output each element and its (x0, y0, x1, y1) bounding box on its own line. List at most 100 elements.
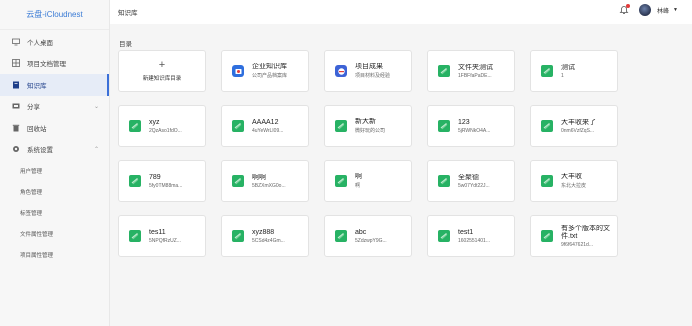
card-subtitle: 5CSd4z4Gm... (252, 237, 285, 244)
folder-icon (438, 175, 450, 187)
folder-icon (438, 230, 450, 242)
card-subtitle: 微好玩的公司 (355, 128, 386, 134)
folder-icon (541, 175, 553, 187)
card-subtitle: 东北大拉皮 (561, 183, 587, 189)
chevron-down-icon: ⌄ (93, 103, 99, 110)
knowledge-base-card[interactable]: xyz888 5CSd4z4Gm... (221, 215, 309, 257)
knowledge-base-card[interactable]: 测试 1 (530, 50, 618, 92)
header-user-area: 林峰 ▼ (619, 4, 678, 16)
folder-icon (129, 175, 141, 187)
trash-icon (12, 124, 20, 132)
knowledge-base-card[interactable]: abc 5ZdzwpY9G... (324, 215, 412, 257)
new-directory-card[interactable]: + 新建知识库目录 (118, 50, 206, 92)
card-subtitle: 公司产品档案库 (252, 73, 288, 79)
card-text: 文件夹测试 1FBFfaPaDE... (458, 64, 493, 79)
bell-icon[interactable] (619, 4, 631, 15)
sidebar-subitem-file-attributes[interactable]: 文件属性管理 (0, 223, 109, 244)
card-text: 有多个版本的文件.txt 9f6f647621d... (561, 225, 617, 248)
card-title: xyz (149, 118, 160, 126)
card-subtitle: 1FBFfaPaDE... (458, 72, 492, 79)
card-text: 123 5jRWNkO4A... (458, 119, 490, 134)
card-title: 测试 (561, 63, 575, 71)
knowledge-base-card[interactable]: 有多个版本的文件.txt 9f6f647621d... (530, 215, 618, 257)
project-icon (335, 65, 347, 77)
sidebar-item-label: 项目文档管理 (27, 61, 66, 69)
main-content: 目录 + 新建知识库目录 企业知识库 公司产品档案库 项目成果 项目材料及经验 文件夹测… (110, 24, 692, 326)
card-text: abc 5ZdzwpY9G... (355, 229, 387, 244)
sidebar-item-system-settings[interactable]: 系统设置 ⌃ (0, 139, 109, 161)
sidebar-subitem-tag-management[interactable]: 标签管理 (0, 202, 109, 223)
card-title: AAAA12 (252, 118, 279, 126)
card-subtitle: 5ZdzwpY9G... (355, 237, 387, 244)
folder-icon (129, 120, 141, 132)
card-title: 789 (149, 173, 161, 181)
sidebar-subitem-user-management[interactable]: 用户管理 (0, 160, 109, 181)
card-text: 测试 1 (561, 64, 575, 79)
knowledge-base-card[interactable]: test1 1602551401... (427, 215, 515, 257)
card-title: 项目成果 (355, 63, 383, 70)
knowledge-base-card[interactable]: 大丰收 东北大拉皮 (530, 160, 618, 202)
card-subtitle: 9f6f647621d... (561, 241, 593, 248)
notification-badge (626, 4, 631, 8)
sidebar-item-knowledge-base[interactable]: 知识库 (0, 74, 109, 96)
card-title: xyz888 (252, 228, 275, 236)
knowledge-base-card[interactable]: 文件夹测试 1FBFfaPaDE... (427, 50, 515, 92)
card-subtitle: 5NPQfRzUZ... (149, 237, 181, 244)
new-directory-label: 新建知识库目录 (142, 76, 182, 82)
folder-icon (438, 65, 450, 77)
sidebar-item-recycle-bin[interactable]: 回收站 (0, 117, 109, 139)
card-subtitle: 5jRWNkO4A... (458, 127, 491, 134)
folder-icon (232, 175, 244, 187)
knowledge-base-card[interactable]: 大丰收来了 0nm6VzfZqS... (530, 105, 618, 147)
knowledge-base-card[interactable]: xyz 2QzAso1fdO... (118, 105, 206, 147)
card-text: tes11 5NPQfRzUZ... (149, 229, 181, 244)
folder-icon (541, 120, 553, 132)
card-subtitle: 啊 (355, 183, 361, 189)
breadcrumb: 知识库 (118, 10, 138, 17)
knowledge-base-card[interactable]: 123 5jRWNkO4A... (427, 105, 515, 147)
share-icon (12, 102, 20, 110)
knowledge-base-card[interactable]: 啊啊 5BZXmXG0o... (221, 160, 309, 202)
knowledge-base-card[interactable]: 全聚德 5w07Ydt22J... (427, 160, 515, 202)
card-text: 啊啊 (355, 173, 362, 189)
knowledge-base-card[interactable]: 新大新 微好玩的公司 (324, 105, 412, 147)
grid-icon (12, 59, 20, 68)
card-text: 企业知识库 公司产品档案库 (252, 63, 287, 79)
section-title: 目录 (119, 41, 132, 48)
app-logo[interactable]: 云盘-iCloudnest (0, 0, 109, 30)
sidebar-item-label: 回收站 (27, 125, 47, 133)
folder-icon (335, 175, 347, 187)
knowledge-base-card[interactable]: 企业知识库 公司产品档案库 (221, 50, 309, 92)
knowledge-base-card[interactable]: 789 5fy0TM88ma... (118, 160, 206, 202)
knowledge-base-card[interactable]: tes11 5NPQfRzUZ... (118, 215, 206, 257)
knowledge-base-card[interactable]: 项目成果 项目材料及经验 (324, 50, 412, 92)
sidebar-subitem-role-management[interactable]: 角色管理 (0, 181, 109, 202)
sidebar-item-desktop[interactable]: 个人桌面 (0, 31, 109, 53)
username[interactable]: 林峰 (657, 6, 669, 15)
card-title: 啊啊 (252, 173, 266, 181)
card-text: 啊啊 5BZXmXG0o... (252, 174, 286, 189)
sidebar-subitem-project-attributes[interactable]: 项目属性管理 (0, 244, 109, 265)
knowledge-base-card[interactable]: 啊啊 (324, 160, 412, 202)
card-title: 大丰收来了 (561, 118, 596, 126)
card-title: 啊 (355, 173, 362, 180)
plus-icon: + (158, 59, 166, 71)
card-title: abc (355, 228, 367, 236)
folder-icon (335, 120, 347, 132)
sidebar-item-label: 知识库 (27, 82, 47, 90)
folder-icon (129, 230, 141, 242)
sidebar-item-share[interactable]: 分享 ⌄ (0, 96, 109, 118)
card-text: 大丰收来了 0nm6VzfZqS... (561, 119, 596, 134)
monitor-icon (12, 38, 20, 46)
folder-icon (335, 230, 347, 242)
company-icon (232, 65, 244, 77)
sidebar-item-project-docs[interactable]: 项目文档管理 (0, 53, 109, 75)
card-subtitle: 5fy0TM88ma... (149, 182, 183, 189)
sidebar: 云盘-iCloudnest 个人桌面 项目文档管理 知识库 分享 ⌄ 回收站 系… (0, 0, 110, 326)
caret-down-icon[interactable]: ▼ (673, 7, 678, 13)
knowledge-base-card[interactable]: AAAA12 4uYeWrLI09... (221, 105, 309, 147)
sidebar-item-label: 系统设置 (27, 147, 53, 155)
avatar[interactable] (639, 4, 652, 16)
card-text: test1 1602551401... (458, 229, 490, 244)
folder-icon (541, 230, 553, 242)
